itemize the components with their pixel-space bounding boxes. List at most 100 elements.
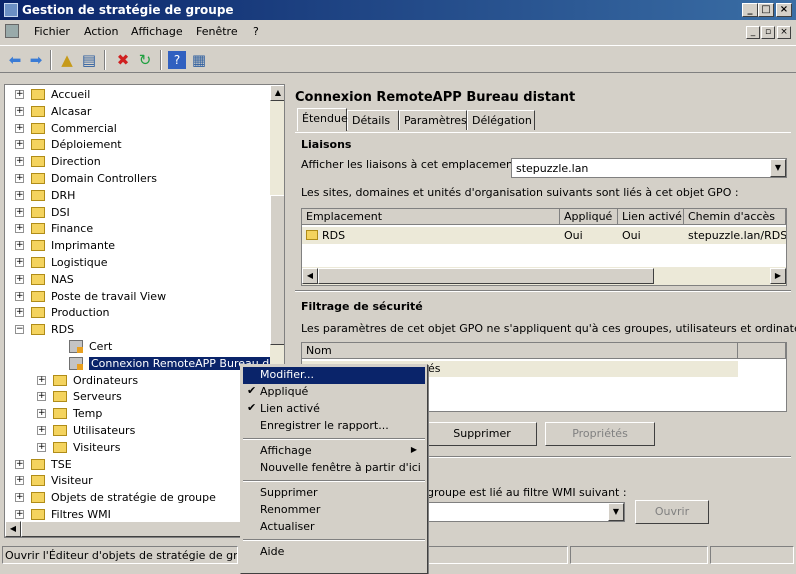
expand-icon[interactable]: +: [15, 90, 24, 99]
tab-delegation[interactable]: Délégation: [467, 110, 535, 130]
context-menu-item[interactable]: ✔ Lien activé: [243, 401, 425, 418]
expand-icon[interactable]: +: [15, 106, 24, 116]
tree-item[interactable]: + TSE: [5, 457, 270, 474]
tree-item[interactable]: + Ordinateurs: [5, 373, 270, 390]
chevron-down-icon[interactable]: ▼: [770, 159, 786, 177]
menu-fenetre[interactable]: Fenêtre: [196, 25, 238, 38]
open-wmi-button[interactable]: Ouvrir: [635, 500, 709, 524]
tab-details[interactable]: Détails: [347, 110, 399, 130]
expand-icon[interactable]: +: [15, 459, 24, 469]
context-menu-item[interactable]: Modifier...: [243, 367, 425, 384]
delete-icon[interactable]: ✖: [114, 51, 132, 69]
tree-item[interactable]: + Objets de stratégie de groupe: [5, 490, 270, 507]
tree-item[interactable]: + Logistique: [5, 255, 270, 272]
tree-horizontal-scrollbar[interactable]: ◀: [5, 521, 270, 537]
scroll-thumb-horizontal[interactable]: [318, 268, 654, 284]
tree-item[interactable]: + Production: [5, 305, 270, 322]
menu-fichier[interactable]: Fichier: [34, 25, 70, 38]
help-icon[interactable]: ?: [168, 51, 186, 69]
forward-icon[interactable]: ➡: [27, 51, 45, 69]
expand-icon[interactable]: +: [37, 392, 46, 402]
tree-item[interactable]: − RDS: [5, 322, 270, 339]
tab-parametres[interactable]: Paramètres: [399, 110, 467, 130]
scroll-up-icon[interactable]: ▲: [270, 85, 284, 101]
expand-icon[interactable]: +: [15, 224, 24, 234]
menu-action[interactable]: Action: [84, 25, 118, 38]
tree-item[interactable]: + NAS: [5, 272, 270, 289]
scroll-thumb-horizontal[interactable]: [21, 521, 241, 537]
tree-item[interactable]: + Utilisateurs: [5, 423, 270, 440]
show-hide-tree-icon[interactable]: ▤: [80, 51, 98, 69]
column-chemin[interactable]: Chemin d'accès: [684, 209, 786, 225]
expand-icon[interactable]: +: [15, 308, 24, 318]
context-menu-item[interactable]: ✔ Appliqué: [243, 384, 425, 401]
expand-icon[interactable]: +: [15, 157, 24, 167]
tree-item[interactable]: + Imprimante: [5, 238, 270, 255]
tree-item[interactable]: + DRH: [5, 188, 270, 205]
mdi-restore-button[interactable]: ▫: [761, 26, 775, 39]
scroll-left-icon[interactable]: ◀: [302, 268, 318, 284]
expand-icon[interactable]: +: [37, 409, 46, 419]
collapse-icon[interactable]: −: [15, 325, 24, 335]
tree-item[interactable]: + Poste de travail View: [5, 289, 270, 306]
menu-affichage[interactable]: Affichage: [131, 25, 183, 38]
close-button[interactable]: ×: [776, 3, 792, 17]
context-menu-item[interactable]: Enregistrer le rapport...: [243, 418, 425, 435]
menu-help[interactable]: ?: [253, 25, 259, 38]
tree-item[interactable]: Connexion RemoteAPP Bureau dist: [5, 356, 284, 373]
context-menu-item[interactable]: Actualiser: [243, 519, 425, 536]
expand-icon[interactable]: +: [15, 493, 24, 503]
wmi-filter-select[interactable]: ▼: [427, 502, 625, 522]
mdi-close-button[interactable]: ×: [777, 26, 791, 39]
minimize-button[interactable]: _: [742, 3, 758, 17]
expand-icon[interactable]: +: [37, 426, 46, 435]
mdi-minimize-button[interactable]: _: [746, 26, 760, 39]
tree-item[interactable]: + Temp: [5, 406, 270, 423]
column-lien-active[interactable]: Lien activé: [618, 209, 684, 225]
back-icon[interactable]: ⬅: [6, 51, 24, 69]
tree-item[interactable]: + Déploiement: [5, 137, 270, 154]
column-emplacement[interactable]: Emplacement: [302, 209, 560, 225]
links-location-select[interactable]: stepuzzle.lan ▼: [511, 158, 787, 178]
properties-icon[interactable]: ▦: [190, 51, 208, 69]
maximize-button[interactable]: □: [758, 3, 774, 17]
scroll-left-icon[interactable]: ◀: [5, 521, 21, 537]
tree-item[interactable]: + DSI: [5, 205, 270, 222]
expand-icon[interactable]: +: [15, 258, 24, 267]
context-menu-item[interactable]: Supprimer: [243, 485, 425, 502]
properties-button[interactable]: Propriétés: [545, 422, 655, 446]
context-menu-item[interactable]: Nouvelle fenêtre à partir d'ici: [243, 460, 425, 477]
scroll-right-icon[interactable]: ▶: [770, 268, 786, 284]
tree-item[interactable]: + Visiteur: [5, 473, 270, 490]
tree-item[interactable]: + Alcasar: [5, 104, 270, 121]
context-menu-item[interactable]: Affichage ▶: [243, 443, 425, 460]
context-menu-item[interactable]: Aide: [243, 544, 425, 561]
links-horizontal-scrollbar[interactable]: ◀ ▶: [302, 267, 786, 285]
tree-item[interactable]: Cert: [5, 339, 270, 356]
expand-icon[interactable]: +: [15, 274, 24, 284]
expand-icon[interactable]: +: [15, 510, 24, 519]
tree-item[interactable]: + Serveurs: [5, 389, 270, 406]
expand-icon[interactable]: +: [15, 476, 24, 486]
expand-icon[interactable]: +: [37, 442, 46, 452]
tree-item[interactable]: + Visiteurs: [5, 440, 270, 457]
expand-icon[interactable]: +: [15, 140, 24, 150]
remove-button[interactable]: Supprimer: [427, 422, 537, 446]
table-row[interactable]: RDS Oui Oui stepuzzle.lan/RDS: [302, 227, 786, 244]
tree-item[interactable]: + Commercial: [5, 121, 270, 138]
up-folder-icon[interactable]: ▲: [58, 51, 76, 69]
scroll-thumb[interactable]: [270, 195, 284, 345]
chevron-down-icon[interactable]: ▼: [608, 503, 624, 521]
expand-icon[interactable]: +: [15, 241, 24, 251]
tree-item[interactable]: + Accueil: [5, 87, 270, 104]
expand-icon[interactable]: +: [15, 174, 24, 183]
expand-icon[interactable]: +: [15, 123, 24, 133]
column-applique[interactable]: Appliqué: [560, 209, 618, 225]
expand-icon[interactable]: +: [15, 190, 24, 200]
tab-etendue[interactable]: Étendue: [297, 108, 348, 131]
tree-item[interactable]: + Finance: [5, 221, 270, 238]
tree-item[interactable]: + Domain Controllers: [5, 171, 270, 188]
tree-item[interactable]: + Direction: [5, 154, 270, 171]
column-nom[interactable]: Nom: [302, 343, 738, 359]
context-menu-item[interactable]: Renommer: [243, 502, 425, 519]
